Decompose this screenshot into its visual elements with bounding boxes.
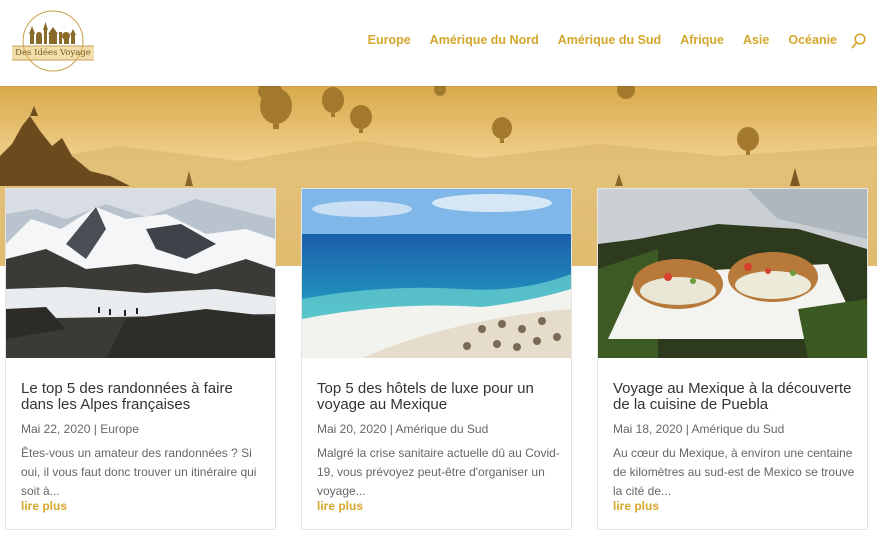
- mexican-food-image: [598, 189, 867, 358]
- post-meta: Mai 20, 2020 | Amérique du Sud: [317, 422, 489, 436]
- logo-text: Des Idées Voyage: [15, 48, 91, 58]
- alpine-mountains-image: [6, 189, 275, 358]
- post-category-link[interactable]: Europe: [100, 422, 139, 436]
- post-date: Mai 18, 2020: [613, 422, 683, 436]
- main-navigation: Europe Amérique du Nord Amérique du Sud …: [349, 33, 837, 47]
- nav-item-amerique-du-nord[interactable]: Amérique du Nord: [430, 33, 539, 47]
- search-icon: [851, 33, 866, 49]
- post-title[interactable]: Top 5 des hôtels de luxe pour un voyage …: [317, 381, 562, 412]
- post-thumbnail-food[interactable]: [598, 189, 867, 358]
- nav-item-afrique[interactable]: Afrique: [680, 33, 724, 47]
- post-card[interactable]: Voyage au Mexique à la découverte de la …: [597, 188, 868, 530]
- post-meta: Mai 22, 2020 | Europe: [21, 422, 139, 436]
- post-meta: Mai 18, 2020 | Amérique du Sud: [613, 422, 785, 436]
- nav-item-europe[interactable]: Europe: [368, 33, 411, 47]
- post-card[interactable]: Le top 5 des randonnées à faire dans les…: [5, 188, 276, 530]
- post-date: Mai 22, 2020: [21, 422, 91, 436]
- post-thumbnail-alps[interactable]: [6, 189, 275, 358]
- post-excerpt: Êtes-vous un amateur des randonnées ? Si…: [21, 446, 257, 498]
- nav-item-amerique-du-sud[interactable]: Amérique du Sud: [558, 33, 661, 47]
- read-more-link[interactable]: lire plus: [21, 499, 67, 513]
- beach-resort-image: [302, 189, 571, 358]
- nav-item-oceanie[interactable]: Océanie: [788, 33, 837, 47]
- search-button[interactable]: [851, 32, 867, 50]
- post-card[interactable]: Top 5 des hôtels de luxe pour un voyage …: [301, 188, 572, 530]
- post-title[interactable]: Voyage au Mexique à la découverte de la …: [613, 381, 858, 412]
- post-category-link[interactable]: Amérique du Sud: [692, 422, 785, 436]
- post-excerpt: Malgré la crise sanitaire actuelle dû au…: [317, 446, 560, 498]
- post-title[interactable]: Le top 5 des randonnées à faire dans les…: [21, 381, 266, 412]
- post-date: Mai 20, 2020: [317, 422, 387, 436]
- logo-emblem-icon: [12, 10, 94, 72]
- post-category-link[interactable]: Amérique du Sud: [396, 422, 489, 436]
- read-more-link[interactable]: lire plus: [317, 499, 363, 513]
- site-logo[interactable]: Des Idées Voyage: [10, 8, 96, 74]
- read-more-link[interactable]: lire plus: [613, 499, 659, 513]
- site-header: Des Idées Voyage Europe Amérique du Nord…: [0, 0, 877, 86]
- nav-item-asie[interactable]: Asie: [743, 33, 769, 47]
- post-excerpt: Au cœur du Mexique, à environ une centai…: [613, 446, 855, 498]
- post-thumbnail-beach[interactable]: [302, 189, 571, 358]
